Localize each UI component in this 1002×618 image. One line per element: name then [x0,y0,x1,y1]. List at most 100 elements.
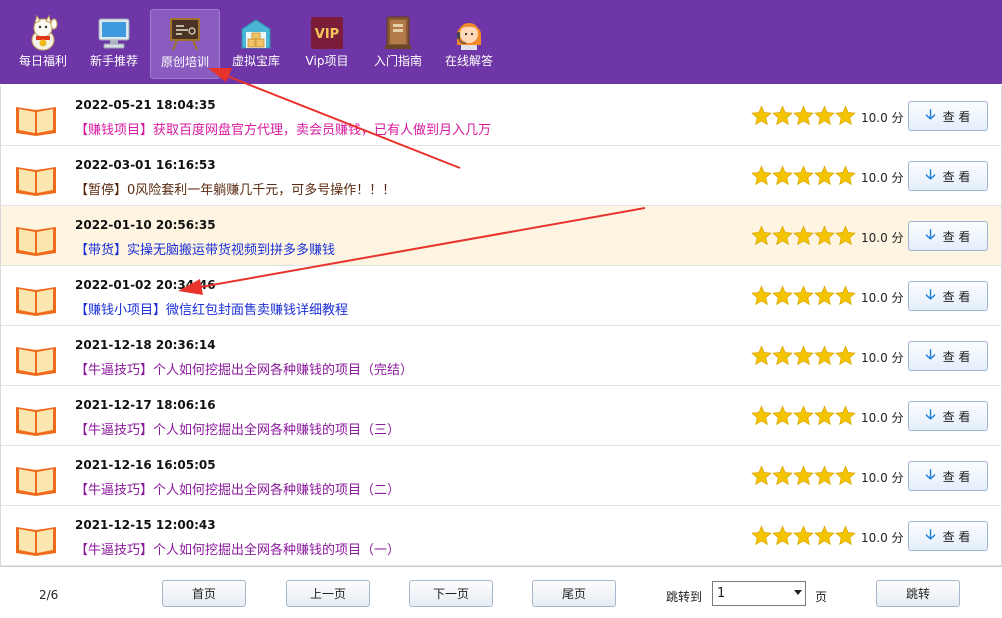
download-arrow-icon: 🡣 [925,107,936,123]
download-arrow-icon: 🡣 [925,227,936,243]
star-icon [751,165,772,190]
course-list: 2022-05-21 18:04:35 【赚钱项目】获取百度网盘官方代理，卖会员赚… [0,86,1002,566]
rating-stars [751,165,856,190]
toolbar-item-label: 新手推荐 [89,54,138,68]
table-row: 2021-12-15 12:00:43 【牛逼技巧】个人如何挖掘出全网各种赚钱的项… [1,506,1001,566]
star-icon [793,285,814,310]
view-button[interactable]: 🡣 查 看 [908,161,988,191]
star-icon [772,525,793,550]
star-icon [814,525,835,550]
rating-stars [751,105,856,130]
view-button[interactable]: 🡣 查 看 [908,101,988,131]
star-icon [793,465,814,490]
rating-score: 10.0 分 [861,171,904,185]
table-row: 2021-12-17 18:06:16 【牛逼技巧】个人如何挖掘出全网各种赚钱的项… [1,386,1001,446]
vip-badge-text: VIP [315,27,339,42]
post-title-link[interactable]: 【赚钱小项目】微信红包封面售卖赚钱详细教程 [75,299,348,318]
star-icon [751,105,772,130]
table-row: 2022-05-21 18:04:35 【赚钱项目】获取百度网盘官方代理，卖会员赚… [1,86,1001,146]
view-button-label: 查 看 [942,409,971,424]
post-date: 2022-01-02 20:34:46 [75,278,216,292]
toolbar-item-virtual-vault[interactable]: 虚拟宝库 [221,9,291,79]
view-button[interactable]: 🡣 查 看 [908,401,988,431]
top-toolbar: 每日福利 新手推荐 原创培训 虚拟宝库 VIP Vip项目 入门指南 在线解答 [0,0,1002,84]
view-button[interactable]: 🡣 查 看 [908,221,988,251]
star-icon [793,225,814,250]
post-title-link[interactable]: 【牛逼技巧】个人如何挖掘出全网各种赚钱的项目（三） [75,419,400,438]
post-date: 2021-12-17 18:06:16 [75,398,216,412]
star-icon [814,405,835,430]
jump-button[interactable]: 跳转 [876,580,960,607]
table-row: 2022-01-10 20:56:35 【带货】实操无脑搬运带货视频到拼多多赚钱 1… [1,206,1001,266]
star-icon [835,105,856,130]
view-button-label: 查 看 [942,529,971,544]
star-icon [835,225,856,250]
view-button[interactable]: 🡣 查 看 [908,281,988,311]
download-arrow-icon: 🡣 [925,167,936,183]
view-button[interactable]: 🡣 查 看 [908,461,988,491]
rating-stars [751,405,856,430]
download-arrow-icon: 🡣 [925,527,936,543]
post-title-link[interactable]: 【暂停】0风险套利一年躺赚几千元，可多号操作！！！ [75,179,395,198]
post-date: 2022-05-21 18:04:35 [75,98,216,112]
first-page-button[interactable]: 首页 [162,580,246,607]
view-button[interactable]: 🡣 查 看 [908,341,988,371]
support-agent-icon [451,15,487,51]
toolbar-item-online-answers[interactable]: 在线解答 [434,9,504,79]
last-page-button[interactable]: 尾页 [532,580,616,607]
post-title-link[interactable]: 【牛逼技巧】个人如何挖掘出全网各种赚钱的项目（二） [75,479,400,498]
download-arrow-icon: 🡣 [925,467,936,483]
toolbar-item-vip[interactable]: VIP Vip项目 [292,9,362,79]
books-icon [380,15,416,51]
toolbar-item-daily-welfare[interactable]: 每日福利 [8,9,78,79]
chevron-down-icon [794,590,802,595]
rating-score: 10.0 分 [861,471,904,485]
star-icon [793,345,814,370]
post-title-link[interactable]: 【赚钱项目】获取百度网盘官方代理，卖会员赚钱，已有人做到月入几万 [75,119,491,138]
page-number-value: 1 [717,586,726,601]
download-arrow-icon: 🡣 [925,347,936,363]
post-date: 2021-12-16 16:05:05 [75,458,216,472]
star-icon [751,225,772,250]
star-icon [772,285,793,310]
next-page-button[interactable]: 下一页 [409,580,493,607]
star-icon [772,465,793,490]
toolbar-item-guide[interactable]: 入门指南 [363,9,433,79]
star-icon [751,345,772,370]
book-icon [14,223,58,257]
page-unit-label: 页 [815,590,828,604]
toolbar-item-label: 虚拟宝库 [231,54,280,68]
post-date: 2022-01-10 20:56:35 [75,218,216,232]
star-icon [772,165,793,190]
jump-to-label: 跳转到 [666,590,703,604]
star-icon [814,465,835,490]
rating-score: 10.0 分 [861,231,904,245]
post-title-link[interactable]: 【牛逼技巧】个人如何挖掘出全网各种赚钱的项目（一） [75,539,400,558]
toolbar-item-label: 每日福利 [18,54,67,68]
toolbar-item-label: Vip项目 [305,54,349,68]
post-title-link[interactable]: 【带货】实操无脑搬运带货视频到拼多多赚钱 [75,239,335,258]
rating-score: 10.0 分 [861,111,904,125]
warehouse-icon [238,15,274,51]
table-row: 2022-03-01 16:16:53 【暂停】0风险套利一年躺赚几千元，可多号操… [1,146,1001,206]
view-button-label: 查 看 [942,229,971,244]
rating-stars [751,465,856,490]
post-title-link[interactable]: 【牛逼技巧】个人如何挖掘出全网各种赚钱的项目（完结） [75,359,413,378]
star-icon [835,165,856,190]
star-icon [793,165,814,190]
page-number-select[interactable]: 1 [712,581,806,606]
toolbar-item-beginner[interactable]: 新手推荐 [79,9,149,79]
star-icon [772,225,793,250]
prev-page-button[interactable]: 上一页 [286,580,370,607]
table-row: 2021-12-16 16:05:05 【牛逼技巧】个人如何挖掘出全网各种赚钱的项… [1,446,1001,506]
star-icon [751,405,772,430]
toolbar-item-label: 入门指南 [373,54,422,68]
download-arrow-icon: 🡣 [925,407,936,423]
view-button[interactable]: 🡣 查 看 [908,521,988,551]
book-icon [14,523,58,557]
star-icon [772,405,793,430]
toolbar-item-original-training[interactable]: 原创培训 [150,9,220,79]
star-icon [793,405,814,430]
pagination-bar: 2/6 首页 上一页 下一页 尾页 跳转到 1 页 跳转 [0,566,1002,618]
rating-score: 10.0 分 [861,411,904,425]
